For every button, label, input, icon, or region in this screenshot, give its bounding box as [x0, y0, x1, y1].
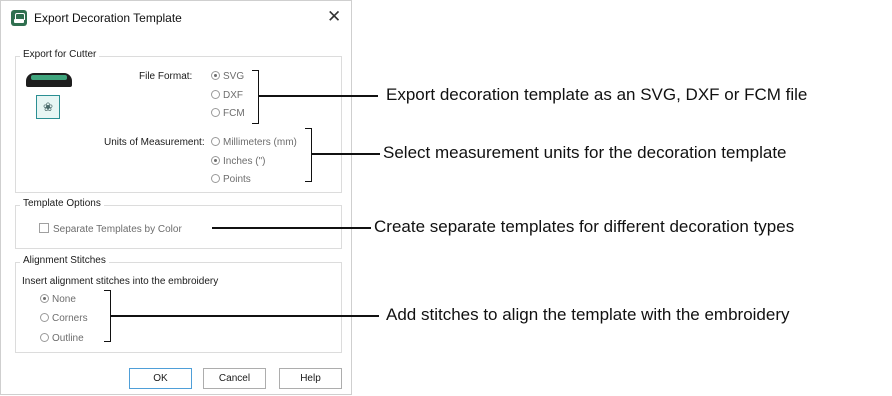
- file-format-bracket: [252, 70, 259, 124]
- radio-icon: [40, 333, 49, 342]
- close-icon[interactable]: ✕: [327, 6, 341, 28]
- separate-by-color-checkbox[interactable]: Separate Templates by Color: [39, 223, 182, 236]
- app-icon: [11, 10, 27, 26]
- units-inches-radio[interactable]: Inches ("): [211, 156, 265, 168]
- radio-icon: [211, 174, 220, 183]
- units-points-label: Points: [223, 174, 251, 185]
- ok-button[interactable]: OK: [129, 368, 192, 389]
- units-inches-label: Inches ("): [223, 156, 266, 167]
- radio-selected-icon: [40, 294, 49, 303]
- cutter-mat-icon: ❀: [36, 95, 60, 119]
- dialog-title: Export Decoration Template: [34, 11, 182, 25]
- separate-callout: Create separate templates for different …: [374, 217, 795, 236]
- checkbox-icon: [39, 223, 49, 233]
- radio-selected-icon: [211, 156, 220, 165]
- radio-icon: [211, 137, 220, 146]
- separate-by-color-label: Separate Templates by Color: [53, 224, 182, 235]
- file-format-fcm-radio[interactable]: FCM: [211, 108, 245, 120]
- alignment-outline-label: Outline: [52, 333, 84, 344]
- file-format-dxf-label: DXF: [223, 90, 243, 101]
- alignment-callout-line: [111, 315, 379, 317]
- units-mm-label: Millimeters (mm): [223, 137, 297, 148]
- alignment-bracket: [104, 290, 111, 342]
- help-button[interactable]: Help: [279, 368, 342, 389]
- file-format-svg-label: SVG: [223, 71, 245, 82]
- radio-selected-icon: [211, 71, 220, 80]
- export-decoration-dialog: Export Decoration Template ✕ Export for …: [0, 0, 352, 395]
- separate-callout-line: [212, 227, 371, 229]
- alignment-description: Insert alignment stitches into the embro…: [22, 276, 219, 287]
- alignment-callout: Add stitches to align the template with …: [386, 305, 790, 324]
- cancel-button[interactable]: Cancel: [203, 368, 266, 389]
- file-format-callout: Export decoration template as an SVG, DX…: [386, 85, 808, 104]
- file-format-label: File Format:: [139, 71, 193, 82]
- alignment-outline-radio[interactable]: Outline: [40, 333, 84, 345]
- radio-icon: [40, 313, 49, 322]
- units-mm-radio[interactable]: Millimeters (mm): [211, 137, 297, 149]
- file-format-fcm-label: FCM: [223, 108, 245, 119]
- units-points-radio[interactable]: Points: [211, 174, 251, 186]
- alignment-corners-label: Corners: [52, 313, 88, 324]
- units-callout-line: [312, 153, 380, 155]
- file-format-dxf-radio[interactable]: DXF: [211, 90, 243, 102]
- cutter-slot-icon: [31, 75, 67, 80]
- file-format-callout-line: [259, 95, 378, 97]
- units-label: Units of Measurement:: [104, 137, 205, 148]
- alignment-none-radio[interactable]: None: [40, 294, 76, 306]
- radio-icon: [211, 90, 220, 99]
- radio-icon: [211, 108, 220, 117]
- file-format-svg-radio[interactable]: SVG: [211, 71, 244, 83]
- export-for-cutter-legend: Export for Cutter: [20, 49, 100, 60]
- units-bracket: [305, 128, 312, 182]
- alignment-stitches-legend: Alignment Stitches: [20, 255, 109, 266]
- template-options-legend: Template Options: [20, 198, 104, 209]
- alignment-corners-radio[interactable]: Corners: [40, 313, 88, 325]
- title-bar: Export Decoration Template ✕: [1, 1, 351, 37]
- alignment-none-label: None: [52, 294, 76, 305]
- units-callout: Select measurement units for the decorat…: [383, 143, 787, 162]
